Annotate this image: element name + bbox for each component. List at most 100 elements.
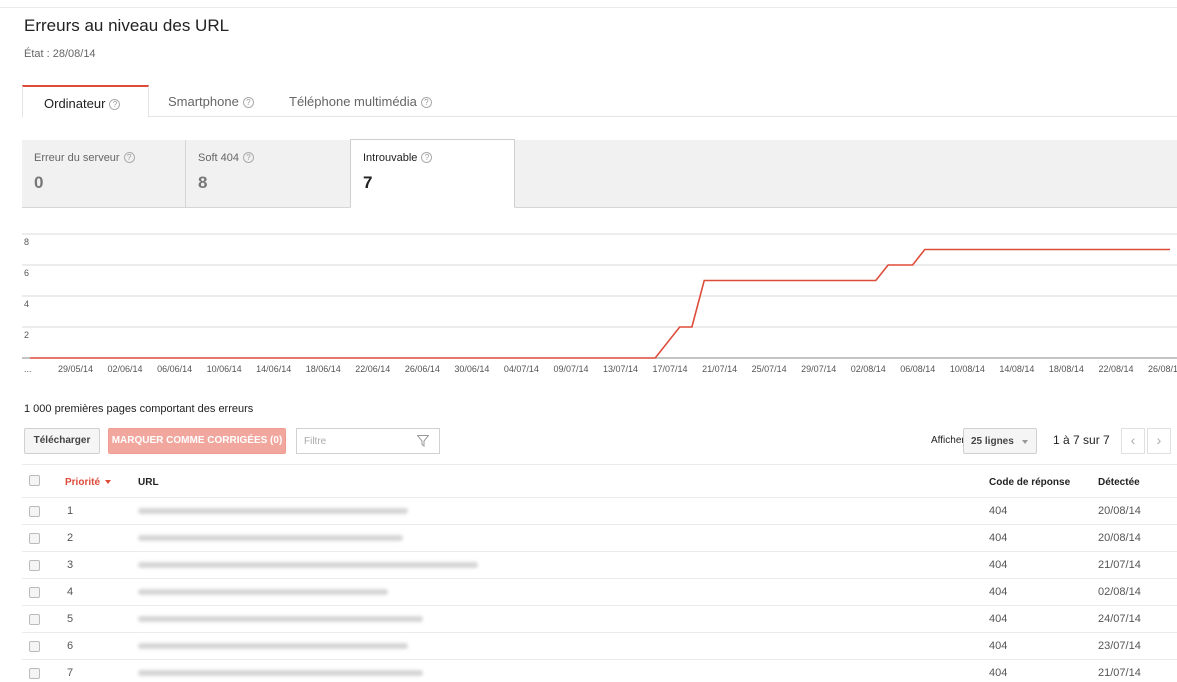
- response-code-cell: 404: [989, 640, 1008, 652]
- detected-cell: 24/07/14: [1098, 613, 1141, 625]
- tab-label: Smartphone: [168, 94, 239, 109]
- table-row[interactable]: 6 404 23/07/14: [22, 633, 1177, 660]
- state-date: État : 28/08/14: [24, 48, 96, 60]
- mark-fixed-button[interactable]: MARQUER COMME CORRIGÉES (0): [108, 428, 286, 454]
- stat-label: Soft 404: [198, 152, 239, 164]
- row-checkbox[interactable]: [29, 587, 40, 598]
- y-tick-label: 8: [24, 237, 29, 247]
- row-checkbox[interactable]: [29, 533, 40, 544]
- priority-cell: 2: [67, 532, 74, 544]
- tab-label: Ordinateur: [44, 96, 106, 111]
- stat-value: 8: [198, 173, 208, 192]
- row-checkbox[interactable]: [29, 560, 40, 571]
- download-button[interactable]: Télécharger: [24, 428, 100, 454]
- tab-ordinateur[interactable]: Ordinateur?: [22, 85, 149, 118]
- x-tick-label: 21/07/14: [702, 364, 737, 374]
- response-code-cell: 404: [989, 613, 1008, 625]
- x-tick-label: 22/08/14: [1098, 364, 1133, 374]
- x-tick-label: 14/06/14: [256, 364, 291, 374]
- stat-erreur-serveur[interactable]: Erreur du serveur? 0: [22, 140, 186, 208]
- table-header: Priorité URL Code de réponse Détectée: [22, 464, 1177, 498]
- stat-label: Introuvable: [363, 152, 418, 164]
- top-divider: [0, 7, 1177, 8]
- row-checkbox[interactable]: [29, 641, 40, 652]
- response-code-cell: 404: [989, 505, 1008, 517]
- priority-cell: 1: [67, 505, 74, 517]
- row-checkbox[interactable]: [29, 506, 40, 517]
- table-row[interactable]: 1 404 20/08/14: [22, 498, 1177, 525]
- response-code-cell: 404: [989, 559, 1008, 571]
- x-tick-label: 06/06/14: [157, 364, 192, 374]
- url-cell-redacted[interactable]: [138, 643, 408, 649]
- table-row[interactable]: 7 404 21/07/14: [22, 660, 1177, 682]
- tab-telephone-multimedia[interactable]: Téléphone multimédia?: [289, 85, 432, 117]
- detected-cell: 20/08/14: [1098, 532, 1141, 544]
- x-tick-label: 10/06/14: [207, 364, 242, 374]
- table-row[interactable]: 5 404 24/07/14: [22, 606, 1177, 633]
- select-all-checkbox[interactable]: [29, 475, 40, 486]
- prev-page-button[interactable]: ‹: [1121, 428, 1145, 454]
- x-tick-label: 22/06/14: [355, 364, 390, 374]
- stat-label: Erreur du serveur: [34, 152, 120, 164]
- filter-input[interactable]: Filtre: [296, 428, 440, 454]
- stat-value: 0: [34, 173, 44, 192]
- x-tick-label: 04/07/14: [504, 364, 539, 374]
- url-cell-redacted[interactable]: [138, 616, 423, 622]
- next-page-button[interactable]: ›: [1147, 428, 1171, 454]
- url-cell-redacted[interactable]: [138, 670, 423, 676]
- pagination-text: 1 à 7 sur 7: [1053, 433, 1110, 447]
- help-icon[interactable]: ?: [123, 152, 135, 163]
- errors-line-chart: 8 6 4 2... 29/05/14 02/06/14 06/06/14 10/06/14 1…: [22, 233, 1177, 374]
- help-icon[interactable]: ?: [242, 97, 254, 108]
- row-checkbox[interactable]: [29, 668, 40, 679]
- priority-cell: 4: [67, 586, 74, 598]
- url-cell-redacted[interactable]: [138, 562, 478, 568]
- row-checkbox[interactable]: [29, 614, 40, 625]
- stat-soft-404[interactable]: Soft 404? 8: [186, 140, 350, 208]
- priority-header-label: Priorité: [65, 477, 101, 488]
- x-tick-label: 26/06/14: [405, 364, 440, 374]
- detected-cell: 20/08/14: [1098, 505, 1141, 517]
- detected-cell: 02/08/14: [1098, 586, 1141, 598]
- url-cell-redacted[interactable]: [138, 508, 408, 514]
- table-row[interactable]: 4 404 02/08/14: [22, 579, 1177, 606]
- help-icon[interactable]: ?: [420, 97, 432, 108]
- table-row[interactable]: 3 404 21/07/14: [22, 552, 1177, 579]
- x-tick-label: 13/07/14: [603, 364, 638, 374]
- priority-cell: 3: [67, 559, 74, 571]
- priority-header[interactable]: Priorité: [65, 477, 112, 488]
- y-tick-label: 6: [24, 268, 29, 278]
- x-tick-label: 10/08/14: [950, 364, 985, 374]
- x-tick-label: 14/08/14: [999, 364, 1034, 374]
- tab-smartphone[interactable]: Smartphone?: [168, 85, 254, 117]
- url-cell-redacted[interactable]: [138, 535, 403, 541]
- rows-per-page-select[interactable]: 25 lignes: [963, 428, 1037, 454]
- help-icon[interactable]: ?: [242, 152, 254, 163]
- help-icon[interactable]: ?: [421, 152, 433, 163]
- filter-icon[interactable]: [417, 435, 429, 447]
- response-code-header[interactable]: Code de réponse: [989, 477, 1070, 488]
- help-icon[interactable]: ?: [109, 99, 121, 110]
- y-tick-label: 4: [24, 299, 29, 309]
- show-label: Afficher: [931, 435, 965, 446]
- filter-placeholder: Filtre: [304, 436, 327, 447]
- series-line: [30, 248, 1170, 359]
- sort-desc-icon: [105, 480, 112, 484]
- y-tick-label: 2: [24, 330, 29, 340]
- x-tick-label: 17/07/14: [653, 364, 688, 374]
- stat-introuvable[interactable]: Introuvable? 7: [350, 139, 515, 208]
- x-tick-label: 18/06/14: [306, 364, 341, 374]
- priority-cell: 7: [67, 667, 74, 679]
- detected-header[interactable]: Détectée: [1098, 477, 1140, 488]
- x-tick-label: 02/06/14: [108, 364, 143, 374]
- table-row[interactable]: 2 404 20/08/14: [22, 525, 1177, 552]
- url-cell-redacted[interactable]: [138, 589, 388, 595]
- x-tick-label: 30/06/14: [454, 364, 489, 374]
- detected-cell: 21/07/14: [1098, 667, 1141, 679]
- x-tick-label: 29/07/14: [801, 364, 836, 374]
- page-title: Erreurs au niveau des URL: [24, 16, 230, 35]
- url-header[interactable]: URL: [138, 477, 159, 488]
- detected-cell: 23/07/14: [1098, 640, 1141, 652]
- table-caption: 1 000 premières pages comportant des err…: [24, 403, 254, 415]
- detected-cell: 21/07/14: [1098, 559, 1141, 571]
